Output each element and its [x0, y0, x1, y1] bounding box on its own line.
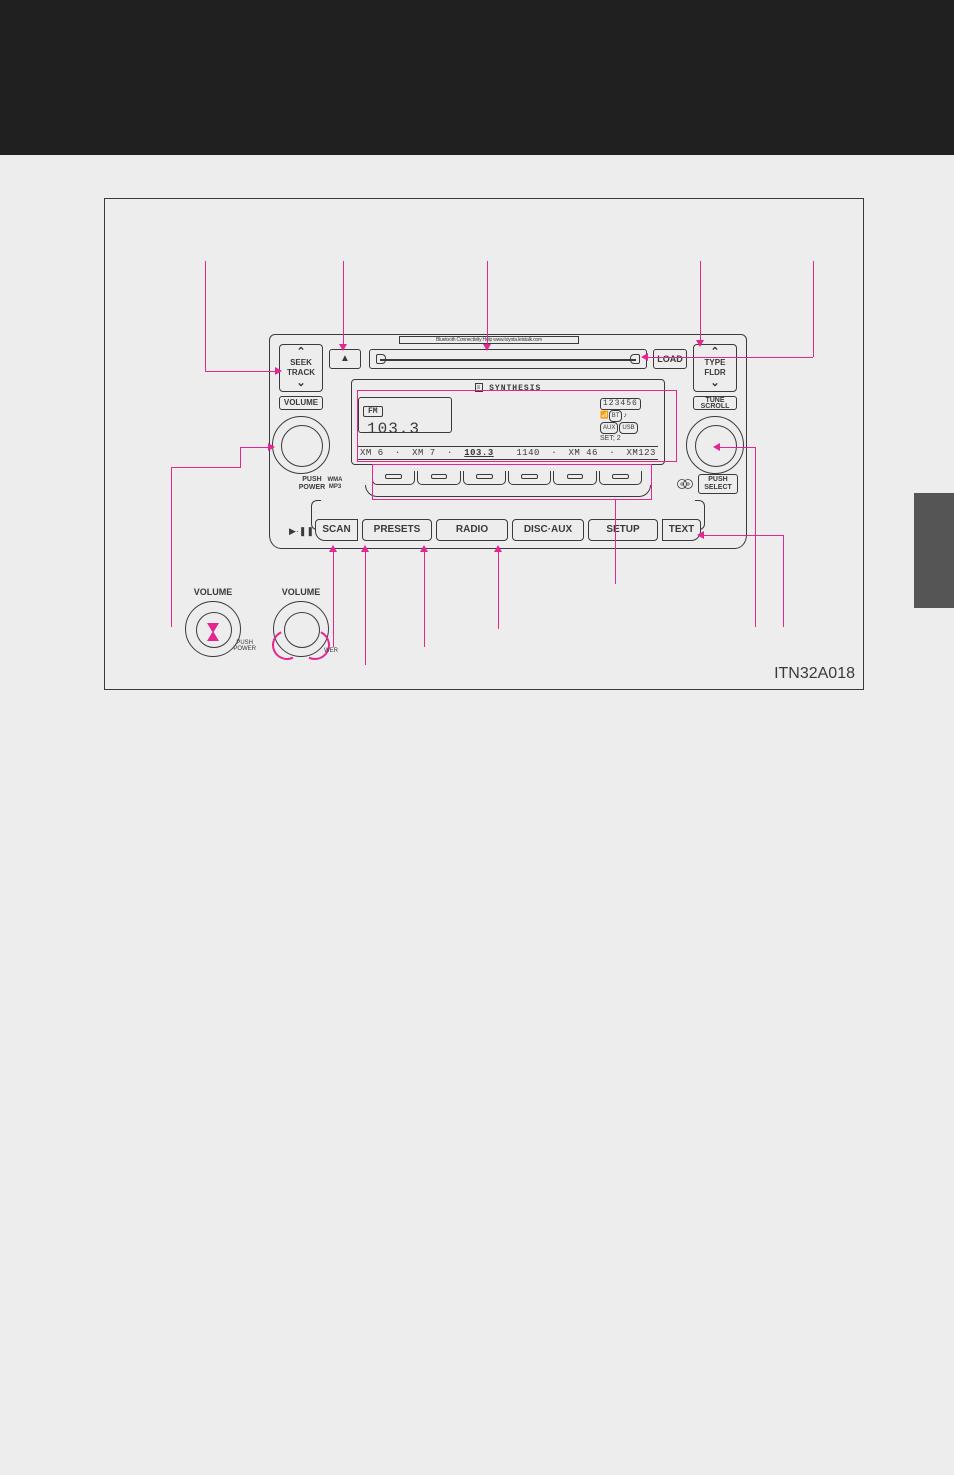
play-pause-icon: ▶·❚❚	[289, 526, 314, 537]
leader-line	[755, 447, 756, 627]
power-knob-inset: VOLUME PUSH POWER	[173, 587, 253, 657]
push-label-2: PUSH	[708, 476, 727, 483]
cd-slot-line	[380, 359, 636, 361]
bt-connectivity-help-label: Bluetooth Connectivity Help www.toyota.l…	[399, 336, 579, 344]
arrowhead-icon	[483, 344, 491, 351]
text-button[interactable]: TEXT	[662, 519, 701, 541]
type-fldr-button[interactable]: ⌃ TYPE FLDR ⌄	[693, 344, 737, 392]
inset-knob: PUSH POWER	[185, 601, 241, 657]
eject-icon: ▲	[340, 353, 350, 364]
push-label: PUSH	[302, 476, 321, 483]
leader-line	[240, 447, 270, 448]
push-power-tiny-label: PUSH POWER	[233, 640, 256, 652]
arrowhead-icon	[696, 340, 704, 347]
leader-line	[700, 261, 701, 341]
cd-load-button[interactable]: LOAD	[653, 349, 687, 369]
leader-line	[365, 551, 366, 665]
tune-scroll-label: TUNE SCROLL	[693, 396, 737, 410]
press-arrow-icon	[207, 623, 219, 633]
setup-button[interactable]: SETUP	[588, 519, 658, 541]
slot-end-icon	[630, 354, 640, 364]
leader-line	[813, 261, 814, 357]
radio-button[interactable]: RADIO	[436, 519, 508, 541]
leader-line	[498, 551, 499, 629]
seek-track-button[interactable]: ⌃ SEEK TRACK ⌄	[279, 344, 323, 392]
mp3-label: MP3	[329, 484, 341, 490]
wma-label: WMA	[328, 477, 343, 483]
diagram-id: ITN32A018	[774, 665, 855, 683]
press-arrow-icon	[207, 631, 219, 641]
chevron-up-icon: ⌃	[280, 347, 322, 358]
select-label: SELECT	[704, 484, 732, 491]
wma-mp3-badge: WMA MP3	[323, 477, 347, 491]
arrowhead-icon	[713, 443, 720, 451]
chevron-down-icon: ⌄	[694, 378, 736, 389]
leader-line	[703, 535, 783, 536]
arrowhead-icon	[494, 545, 502, 552]
adjust-knob-inset: VOLUME WER	[261, 587, 341, 657]
arrowhead-icon	[275, 367, 282, 375]
power-volume-knob[interactable]	[272, 416, 330, 474]
arrowhead-icon	[361, 545, 369, 552]
volume-inset-label-2: VOLUME	[261, 587, 341, 597]
arrowhead-icon	[329, 545, 337, 552]
cd-slot[interactable]	[369, 349, 647, 369]
callout-frame-screen	[357, 390, 677, 462]
leader-line	[171, 467, 172, 627]
leader-line	[487, 261, 488, 345]
power-label: POWER	[299, 484, 325, 491]
leader-line	[171, 467, 241, 468]
presets-button[interactable]: PRESETS	[362, 519, 432, 541]
leader-line	[240, 447, 241, 467]
page-header-dark	[0, 0, 954, 155]
knob-inner-ring	[281, 425, 323, 467]
section-tab-indicator	[914, 493, 954, 608]
leader-line	[615, 500, 616, 584]
leader-line	[424, 551, 425, 647]
wer-frag-label: WER	[324, 648, 338, 654]
disc-aux-button[interactable]: DISC·AUX	[512, 519, 584, 541]
chevron-down-icon: ⌄	[280, 378, 322, 389]
arrowhead-icon	[339, 344, 347, 351]
arrowhead-icon	[268, 443, 275, 451]
leader-line	[343, 261, 344, 345]
wer-frag: WER	[324, 648, 338, 654]
cd-eject-button[interactable]: ▲	[329, 349, 361, 369]
type-label-1: TYPE	[694, 358, 736, 368]
button-row: SCAN PRESETS RADIO DISC·AUX SETUP TEXT	[315, 519, 701, 543]
arrowhead-icon	[697, 531, 704, 539]
power-tiny: POWER	[233, 646, 256, 652]
leader-line	[647, 357, 813, 358]
page-body: Bluetooth Connectivity Help www.toyota.l…	[52, 175, 902, 1105]
leader-line	[719, 447, 755, 448]
leader-line	[783, 535, 784, 627]
leader-line	[205, 371, 277, 372]
seek-label-1: SEEK	[280, 358, 322, 368]
leader-line	[205, 261, 206, 371]
volume-label: VOLUME	[279, 396, 323, 410]
arrowhead-icon	[641, 353, 648, 361]
audio-system-diagram: Bluetooth Connectivity Help www.toyota.l…	[104, 198, 864, 690]
cd-changer-icon	[677, 477, 693, 489]
scan-button[interactable]: SCAN	[315, 519, 358, 541]
push-select-label: PUSH SELECT	[698, 474, 738, 494]
arrowhead-icon	[420, 545, 428, 552]
volume-inset-label: VOLUME	[173, 587, 253, 597]
scroll-label: SCROLL	[701, 403, 730, 410]
inset-knob: WER	[273, 601, 329, 657]
callout-frame-presets	[372, 464, 652, 500]
